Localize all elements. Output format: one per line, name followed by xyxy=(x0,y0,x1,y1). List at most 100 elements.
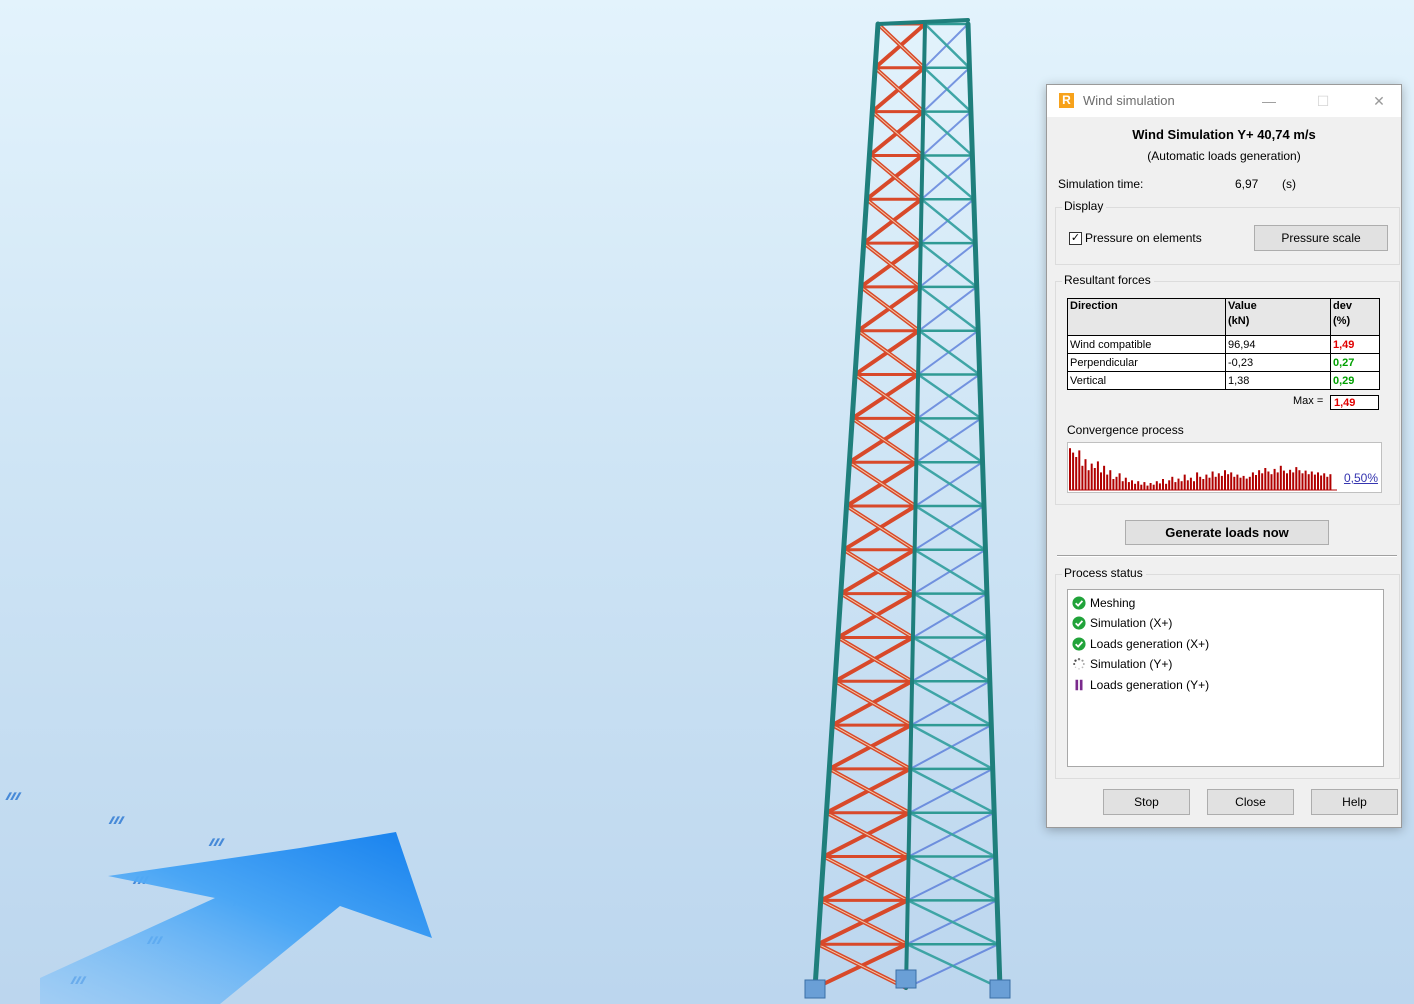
convergence-bar xyxy=(1255,475,1257,490)
convergence-bar xyxy=(1115,476,1118,490)
row-value: 96,94 xyxy=(1225,335,1331,354)
row-direction: Perpendicular xyxy=(1067,353,1226,372)
tower-support xyxy=(989,979,1011,999)
convergence-bar xyxy=(1168,480,1171,490)
pressure-checkbox[interactable]: ✓ xyxy=(1069,232,1082,245)
convergence-bar xyxy=(1282,470,1285,490)
convergence-bar xyxy=(1196,472,1199,490)
generate-loads-button[interactable]: Generate loads now xyxy=(1125,520,1329,545)
convergence-value: 0,50% xyxy=(1343,471,1378,485)
convergence-bars xyxy=(1069,448,1337,491)
convergence-bar xyxy=(1165,483,1168,490)
convergence-bar xyxy=(1106,474,1109,490)
convergence-bar xyxy=(1158,483,1161,490)
status-item-simulation-x: Simulation (X+) xyxy=(1072,615,1172,633)
convergence-bar xyxy=(1323,473,1326,490)
convergence-bar xyxy=(1304,470,1307,490)
close-icon[interactable]: ✕ xyxy=(1359,89,1399,113)
column-value: Value (kN) xyxy=(1225,298,1331,336)
convergence-bar xyxy=(1127,482,1130,490)
resultant-forces-title: Resultant forces xyxy=(1062,273,1154,287)
convergence-bar xyxy=(1279,465,1282,490)
convergence-bar xyxy=(1242,475,1245,490)
convergence-bar xyxy=(1310,471,1313,490)
row-dev: 1,49 xyxy=(1330,335,1380,354)
table-row: Vertical 1,38 0,29 xyxy=(1067,371,1380,390)
tower-support xyxy=(895,969,917,989)
wind-mark: ııı xyxy=(3,788,23,803)
minimize-icon[interactable]: — xyxy=(1249,89,1289,113)
convergence-bar xyxy=(1183,474,1186,490)
table-row: Perpendicular -0,23 0,27 xyxy=(1067,353,1380,372)
row-value: -0,23 xyxy=(1225,353,1331,372)
convergence-bar xyxy=(1295,467,1298,490)
convergence-bar xyxy=(1251,472,1254,490)
max-label: Max = xyxy=(1293,395,1324,407)
convergence-bar xyxy=(1093,468,1096,490)
convergence-bar xyxy=(1131,480,1133,490)
column-dev: dev (%) xyxy=(1330,298,1380,336)
convergence-bar xyxy=(1121,481,1124,490)
convergence-bar xyxy=(1233,476,1236,490)
help-button[interactable]: Help xyxy=(1311,789,1398,815)
convergence-bar xyxy=(1313,474,1316,490)
convergence-bar xyxy=(1124,477,1127,490)
app-logo-icon: R xyxy=(1059,93,1074,108)
convergence-bar xyxy=(1199,476,1202,490)
max-value: 1,49 xyxy=(1330,395,1379,410)
convergence-label: Convergence process xyxy=(1067,423,1184,437)
pressure-scale-button[interactable]: Pressure scale xyxy=(1254,225,1388,251)
simulation-time-label: Simulation time: xyxy=(1058,177,1144,191)
convergence-bar xyxy=(1301,473,1304,490)
convergence-bar xyxy=(1245,478,1248,490)
convergence-bar xyxy=(1220,475,1223,490)
close-button[interactable]: Close xyxy=(1207,789,1294,815)
convergence-bar xyxy=(1261,473,1264,490)
wind-mark: ııı xyxy=(107,812,127,827)
status-item-loads-generation-x: Loads generation (X+) xyxy=(1072,636,1209,654)
pause-icon xyxy=(1075,679,1083,691)
row-direction: Vertical xyxy=(1067,371,1226,390)
wind-simulation-dialog: R Wind simulation — ☐ ✕ Wind Simulation … xyxy=(1046,84,1402,828)
convergence-bar xyxy=(1137,481,1140,490)
convergence-bar xyxy=(1072,452,1075,490)
convergence-bar xyxy=(1273,468,1276,490)
convergence-bar xyxy=(1084,459,1087,490)
tower-structure[interactable] xyxy=(804,18,1011,999)
convergence-bar xyxy=(1177,478,1180,490)
resultant-forces-table: Direction Value (kN) dev (%) Wind compatib… xyxy=(1067,298,1380,390)
convergence-bar xyxy=(1258,470,1261,490)
convergence-bar xyxy=(1214,476,1217,490)
convergence-bar xyxy=(1317,472,1319,490)
convergence-bar xyxy=(1205,474,1208,490)
convergence-chart: 0,50% xyxy=(1067,442,1382,493)
convergence-bar xyxy=(1103,465,1106,490)
convergence-bar xyxy=(1267,471,1270,490)
convergence-bar xyxy=(1180,481,1183,490)
convergence-bar xyxy=(1289,469,1292,490)
convergence-bar xyxy=(1189,477,1192,490)
table-row: Wind compatible 96,94 1,49 xyxy=(1067,335,1380,354)
simulation-time-value: 6,97 xyxy=(1235,177,1259,191)
convergence-bar xyxy=(1248,476,1251,490)
maximize-icon: ☐ xyxy=(1316,93,1330,109)
convergence-bar xyxy=(1069,448,1071,490)
convergence-bar xyxy=(1227,474,1230,490)
convergence-bar xyxy=(1276,472,1279,490)
convergence-bar xyxy=(1162,479,1164,490)
pressure-checkbox-label: Pressure on elements xyxy=(1085,231,1202,245)
convergence-bar xyxy=(1270,474,1273,490)
column-direction: Direction xyxy=(1067,298,1226,336)
table-header-row: Direction Value (kN) dev (%) xyxy=(1067,298,1380,336)
window-title: Wind simulation xyxy=(1083,93,1175,108)
convergence-bar xyxy=(1193,481,1195,490)
title-bar[interactable]: R Wind simulation — ☐ ✕ xyxy=(1047,85,1401,117)
stop-button[interactable]: Stop xyxy=(1103,789,1190,815)
convergence-bar xyxy=(1307,474,1310,490)
convergence-bar xyxy=(1326,476,1329,490)
convergence-bar xyxy=(1174,482,1177,490)
simulation-subtitle: (Automatic loads generation) xyxy=(1147,149,1301,163)
check-icon xyxy=(1072,637,1086,651)
convergence-bar xyxy=(1155,481,1158,490)
convergence-bar xyxy=(1081,465,1084,490)
